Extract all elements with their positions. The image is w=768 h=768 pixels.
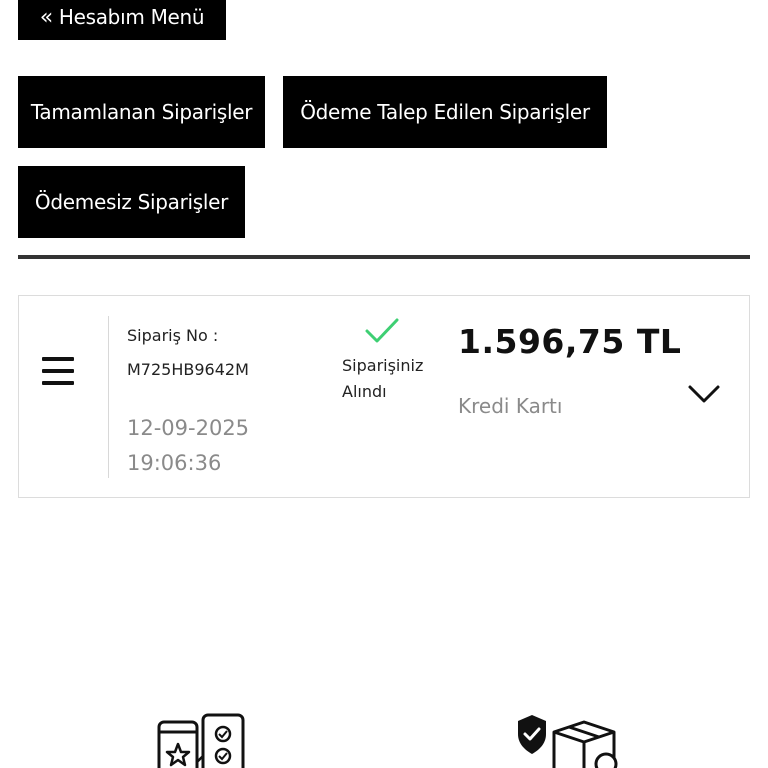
back-to-account-menu-button[interactable]: « Hesabım Menü xyxy=(18,0,226,40)
order-date: 12-09-2025 xyxy=(127,416,250,440)
unpaid-orders-button[interactable]: Ödemesiz Siparişler xyxy=(18,166,245,238)
section-divider xyxy=(18,255,750,259)
order-number-label: Sipariş No : xyxy=(127,326,219,345)
order-amount: 1.596,75 TL xyxy=(458,322,682,361)
check-icon xyxy=(365,318,399,343)
payment-method: Kredi Kartı xyxy=(458,394,563,418)
order-status-text-2: Alındı xyxy=(342,382,387,401)
card-separator xyxy=(108,316,109,478)
order-time: 19:06:36 xyxy=(127,451,222,475)
chevron-down-icon[interactable] xyxy=(687,382,721,406)
order-number-value: M725HB9642M xyxy=(127,360,249,379)
order-status-text: Siparişiniz xyxy=(342,356,424,375)
back-button-label: Hesabım Menü xyxy=(58,5,205,29)
double-chevron-left-icon: « xyxy=(39,4,53,30)
phone-rating-checklist-icon xyxy=(157,713,245,768)
secure-delivery-box-icon xyxy=(518,715,618,768)
completed-orders-button[interactable]: Tamamlanan Siparişler xyxy=(18,76,265,148)
order-card: Sipariş No : M725HB9642M 12-09-2025 19:0… xyxy=(18,295,750,498)
hamburger-menu-icon[interactable] xyxy=(42,357,76,385)
payment-requested-orders-button[interactable]: Ödeme Talep Edilen Siparişler xyxy=(283,76,607,148)
